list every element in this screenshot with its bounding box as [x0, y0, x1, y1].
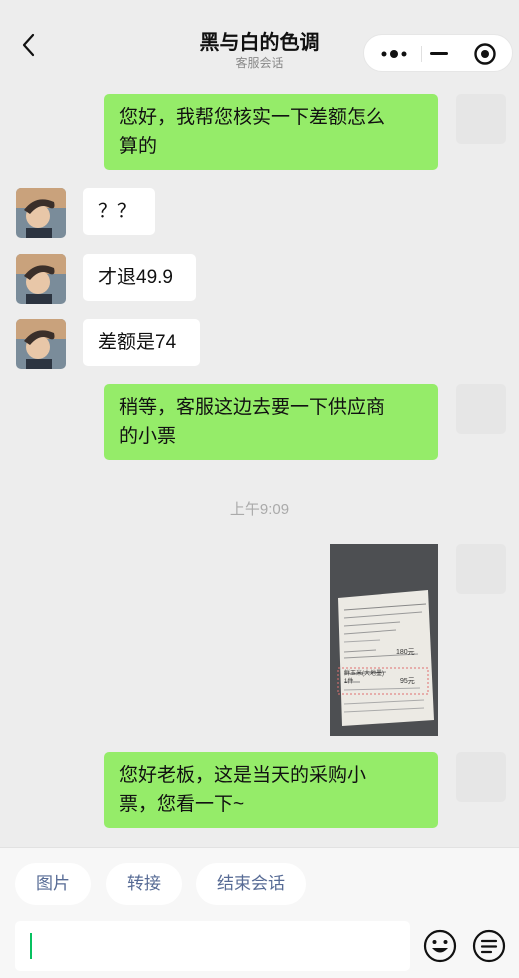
- bubble-line: 的小票: [119, 426, 177, 447]
- bubble-line: 稍等，客服这边去要一下供应商: [119, 397, 386, 418]
- chat-bubble-other[interactable]: 差额是74: [83, 319, 200, 366]
- bubble-line: 您好老板，这是当天的采购小: [119, 765, 367, 786]
- avatar-image: [16, 188, 66, 238]
- quick-action-image[interactable]: 图片: [15, 863, 91, 905]
- mini-program-capsule: [363, 34, 513, 72]
- receipt-photo: [330, 544, 438, 736]
- timestamp: 上午9:09: [229, 501, 290, 518]
- receipt-image[interactable]: 180元 鲜玉米(大地墨) 1件 95元: [330, 544, 438, 736]
- avatar-self[interactable]: [456, 384, 506, 434]
- target-close-icon: [474, 43, 496, 65]
- chat-bubble-other[interactable]: ？？: [83, 188, 155, 235]
- receipt-price2: 95元: [400, 678, 415, 685]
- emoji-button[interactable]: [422, 928, 458, 964]
- message-list[interactable]: 您好，我帮您核实一下差额怎么 算的 ？？ 才退49.9 差额是74 稍等，客服这…: [0, 82, 519, 847]
- message-input[interactable]: [15, 921, 410, 971]
- chat-bubble-self[interactable]: 稍等，客服这边去要一下供应商 的小票: [104, 384, 438, 460]
- avatar-image: [16, 319, 66, 369]
- bubble-line: 算的: [119, 136, 158, 157]
- bottom-panel: 图片 转接 结束会话: [0, 847, 519, 978]
- bubble-line: 差额是74: [98, 332, 177, 353]
- avatar-customer[interactable]: [16, 188, 66, 238]
- avatar-customer[interactable]: [16, 319, 66, 369]
- close-button[interactable]: [462, 35, 510, 73]
- input-caret: [30, 933, 32, 959]
- quick-action-end-session[interactable]: 结束会话: [196, 863, 306, 905]
- bubble-line: 才退49.9: [98, 267, 173, 288]
- more-button[interactable]: [370, 35, 418, 73]
- avatar-customer[interactable]: [16, 254, 66, 304]
- menu-lines-icon: [472, 929, 506, 963]
- minimize-icon: [430, 52, 448, 55]
- more-dots-icon: [381, 50, 407, 58]
- avatar-self[interactable]: [456, 94, 506, 144]
- menu-button[interactable]: [471, 928, 507, 964]
- minimize-button[interactable]: [414, 35, 462, 73]
- chat-bubble-other[interactable]: 才退49.9: [83, 254, 196, 301]
- avatar-self[interactable]: [456, 544, 506, 594]
- bubble-line: 您好，我帮您核实一下差额怎么: [119, 107, 386, 128]
- avatar-image: [16, 254, 66, 304]
- bubble-line: ？？: [98, 201, 137, 222]
- receipt-price1: 180元: [396, 649, 415, 656]
- avatar-self[interactable]: [456, 752, 506, 802]
- chat-bubble-self[interactable]: 您好老板，这是当天的采购小 票，您看一下~: [104, 752, 438, 828]
- receipt-qty: 1件: [344, 679, 354, 685]
- quick-action-transfer[interactable]: 转接: [106, 863, 182, 905]
- chat-bubble-self[interactable]: 您好，我帮您核实一下差额怎么 算的: [104, 94, 438, 170]
- top-bar: 黑与白的色调 客服会话: [0, 0, 519, 82]
- emoji-icon: [423, 929, 457, 963]
- bubble-line: 票，您看一下~: [119, 794, 245, 815]
